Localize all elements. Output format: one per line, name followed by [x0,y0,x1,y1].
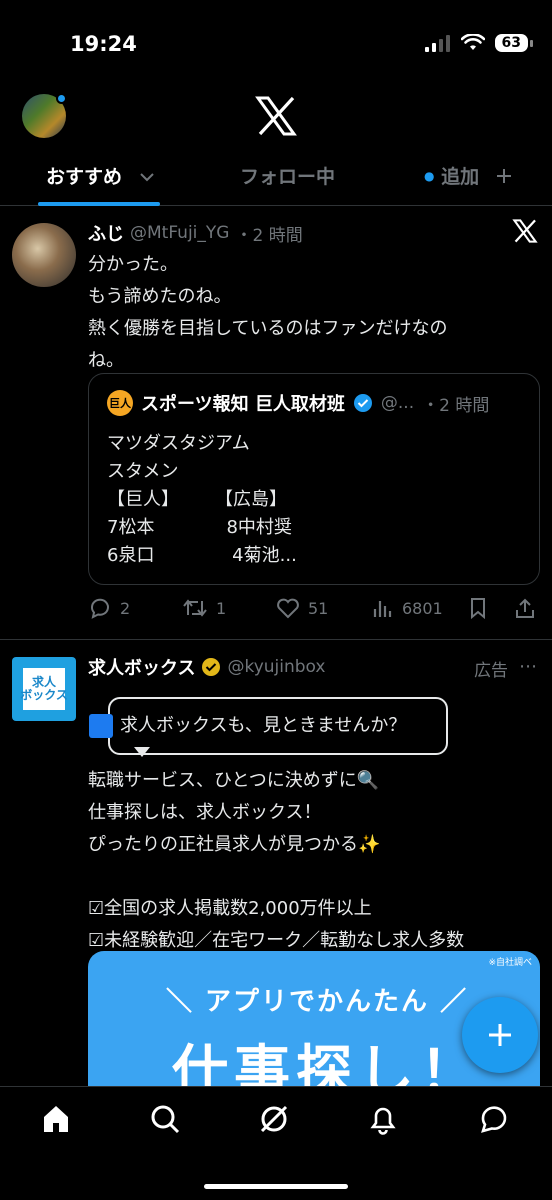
blue-square-icon [89,714,113,738]
retweet-count: 1 [216,598,227,618]
home-icon[interactable] [40,1103,72,1135]
x-icon[interactable] [512,219,538,243]
tweet-actions: 2 1 51 6801 [88,597,540,625]
share-icon[interactable] [514,597,536,619]
display-name[interactable]: 求人ボックス [88,654,195,680]
active-tab-indicator [38,202,160,206]
ad-image-title: 仕事探し！ [172,1040,482,1091]
like-button[interactable]: 51 [276,597,328,619]
view-count: 6801 [402,598,443,618]
ad-image-subtitle: ＼ アプリでかんたん ／ [166,987,469,1017]
tweet-header: ふじ @MtFuji_YG ・2 時間 [88,220,532,246]
tab-add[interactable]: ● 追加 [424,162,512,189]
home-indicator [204,1184,348,1189]
bottom-nav [0,1086,552,1200]
bubble-text: 求人ボックスも、見ときませんか？ [120,715,407,736]
more-options-icon[interactable]: ⋯ [519,656,538,677]
reply-button[interactable]: 2 [88,597,130,619]
quote-header: 巨人 スポーツ報知 巨人取材班 @... ・2 時間 [107,390,525,416]
like-count: 51 [308,598,329,618]
x-logo-icon[interactable] [254,96,298,136]
status-bar: 19:24 63 [0,0,552,92]
heart-icon [277,598,299,619]
quote-timestamp: ・2 時間 [422,395,490,416]
messages-icon[interactable] [478,1103,510,1135]
display-name[interactable]: ふじ [88,220,124,246]
compose-button[interactable] [462,997,538,1073]
tweet[interactable]: ふじ @MtFuji_YG ・2 時間 分かった。 もう諦めたのね。 熱く優勝を… [0,207,552,640]
signal-icon [424,35,450,52]
tab-label: おすすめ [46,166,123,188]
plus-icon [496,169,511,183]
timestamp: ・2 時間 [235,225,303,246]
quote-text: マツダスタジアム スタメン 【巨人】 【広島】 7松本 8中村奨 6泉口 4菊池… [107,433,297,566]
reply-icon [91,598,109,619]
add-dot: ● [424,169,435,183]
ad-label: 広告 [474,661,508,681]
battery-indicator: 63 [494,34,534,52]
status-icons: 63 [424,34,534,52]
tab-for-you[interactable]: おすすめ [46,162,155,189]
bookmark-icon[interactable] [468,597,488,619]
kyujinbox-logo: 求人 ボックス [20,668,68,710]
ad-image-note: ※自社調べ [488,958,532,968]
speech-bubble-tail [134,747,150,757]
app-header [0,92,552,148]
notifications-icon[interactable] [367,1103,399,1135]
retweet-button[interactable]: 1 [182,597,226,619]
views-button[interactable]: 6801 [372,597,443,619]
status-time: 19:24 [70,32,137,56]
search-icon[interactable] [149,1103,181,1135]
reply-count: 2 [120,598,131,618]
avatar[interactable] [12,223,76,287]
retweet-icon [183,599,207,617]
tweet-text: 転職サービス、ひとつに決めずに🔍 仕事探しは、求人ボックス！ ぴったりの正社員求… [88,770,465,951]
verified-gold-badge-icon [202,658,221,676]
wifi-icon [460,34,485,50]
chevron-down-icon [139,173,154,182]
plus-icon [489,1024,511,1046]
views-icon [373,601,392,617]
verified-badge-icon [353,394,372,412]
tweet-text: 分かった。 もう諦めたのね。 熱く優勝を目指しているのはファンだけなの ね。 [88,254,448,371]
quote-handle: @... [380,393,415,413]
quote-tweet[interactable]: 巨人 スポーツ報知 巨人取材班 @... ・2 時間 マツダスタジアム スタメン… [88,373,540,585]
handle[interactable]: @kyujinbox [227,657,325,677]
handle[interactable]: @MtFuji_YG [130,223,229,243]
tweet-header: 求人ボックス @kyujinbox [88,654,532,680]
notification-dot [56,93,67,104]
timeline-tabs: おすすめ フォロー中 ● 追加 [0,150,552,206]
avatar[interactable]: 求人 ボックス [12,657,76,721]
tab-label: 追加 [441,166,480,188]
grok-icon[interactable] [258,1103,290,1135]
quote-avatar: 巨人 [107,390,133,416]
tab-following[interactable]: フォロー中 [240,162,335,189]
quote-display-name: スポーツ報知 巨人取材班 [141,394,345,415]
